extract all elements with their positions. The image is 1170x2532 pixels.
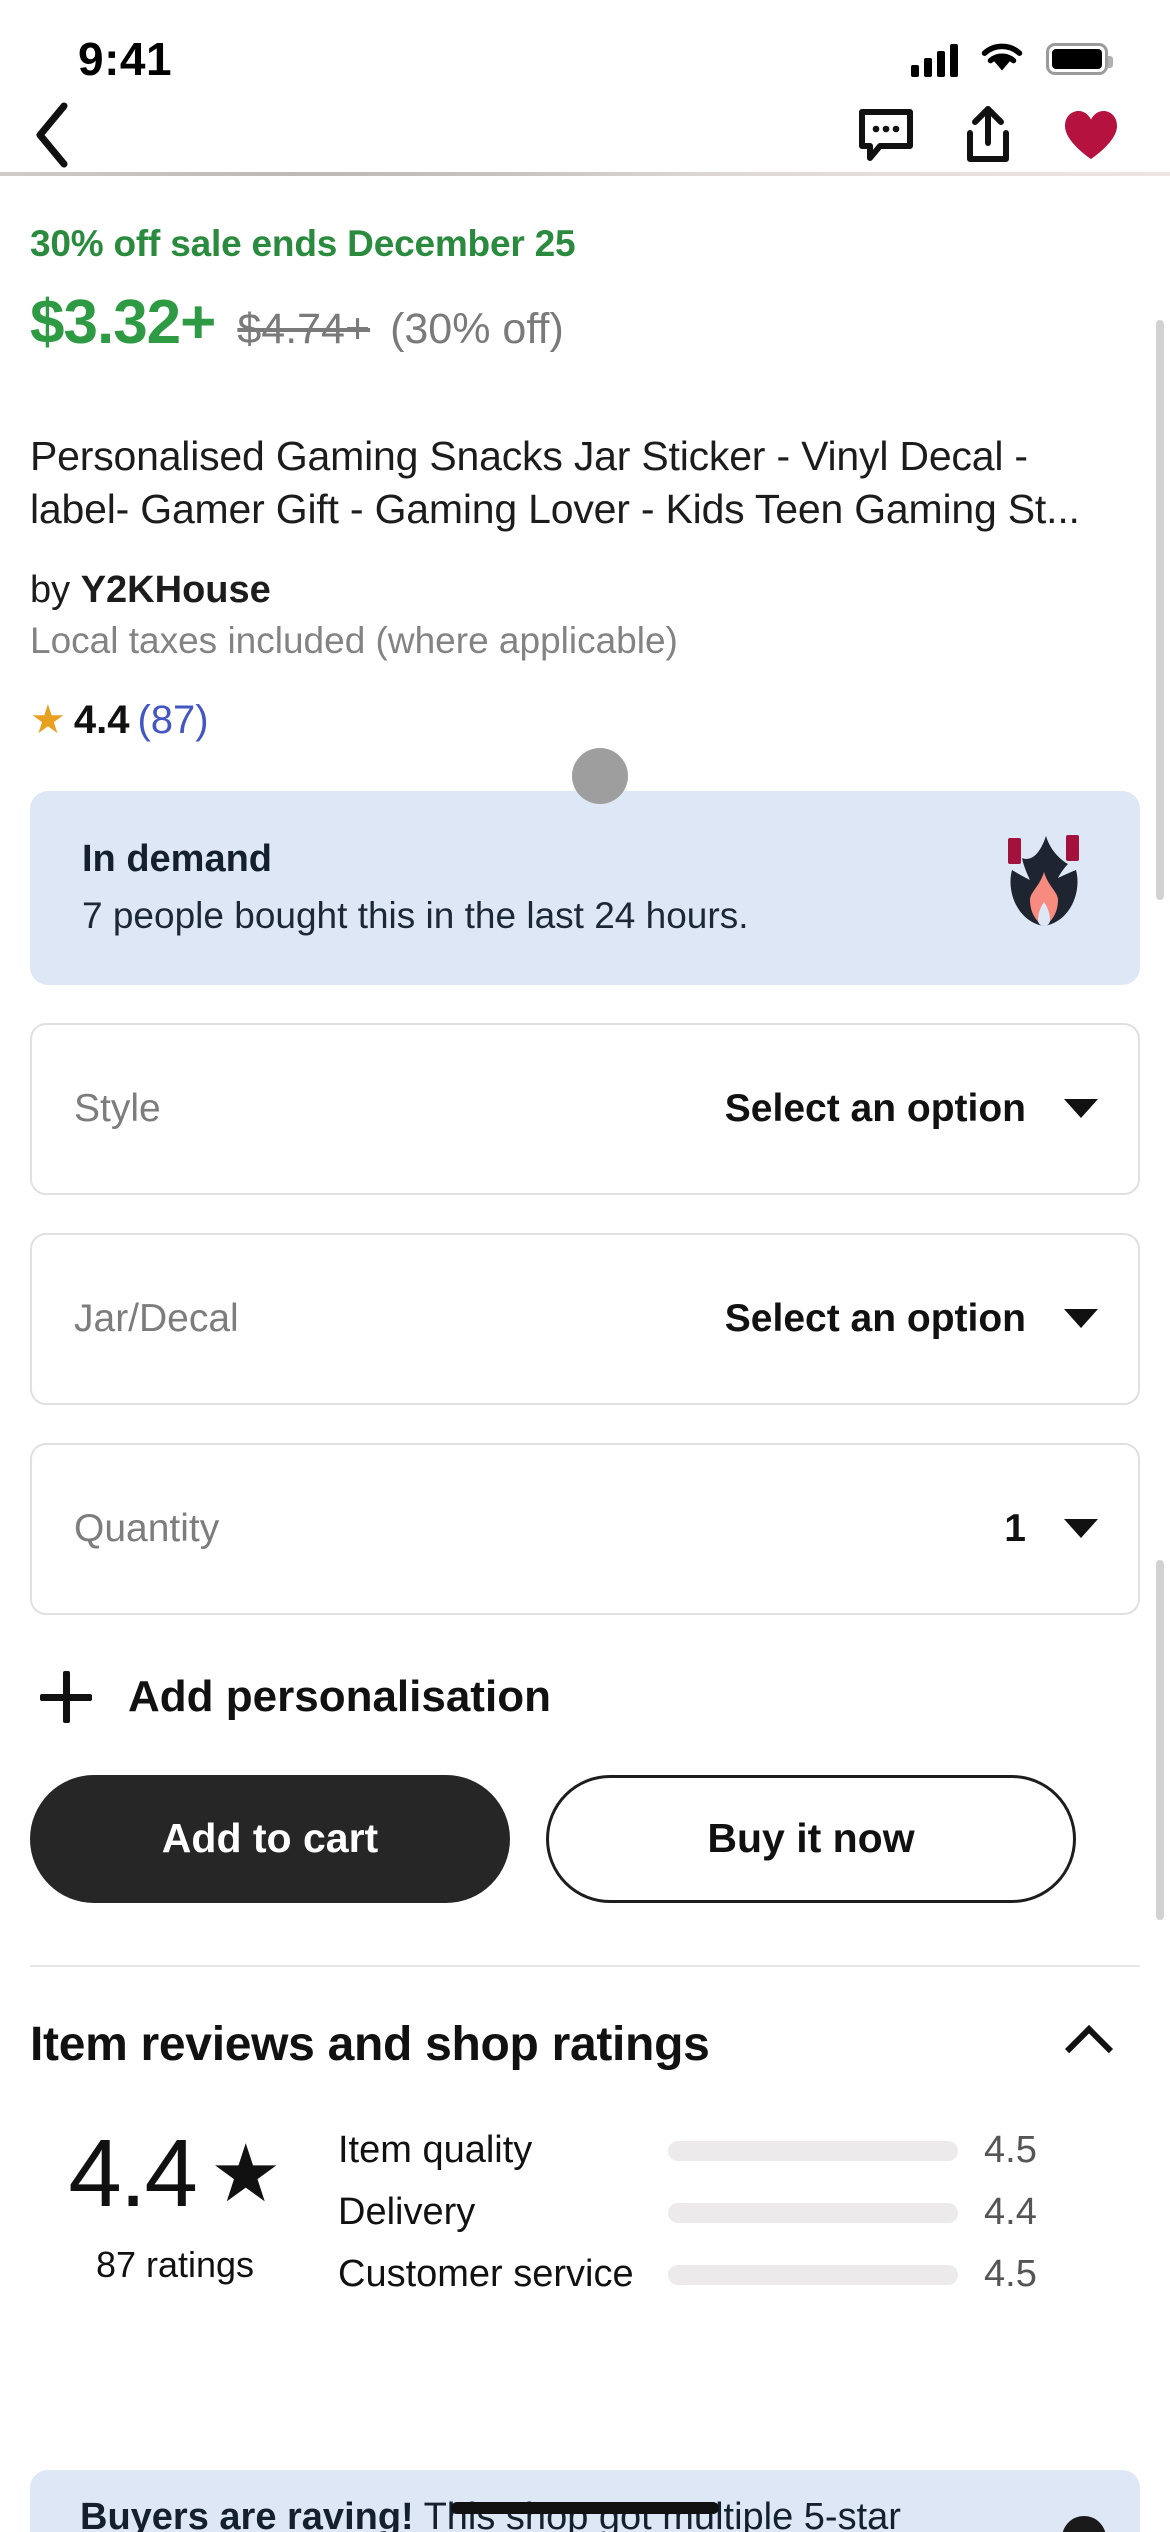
chevron-down-icon [1064,1099,1098,1119]
reviews-section-header[interactable]: Item reviews and shop ratings [30,2017,1140,2074]
cellular-signal-icon [911,41,958,77]
in-demand-title: In demand [82,838,273,881]
add-personalisation-button[interactable]: Add personalisation [30,1670,1140,1723]
current-price: $3.32+ [30,288,216,357]
quantity-select[interactable]: Quantity 1 [30,1442,1140,1615]
wifi-icon [980,40,1024,79]
rating-breakdown-track [668,2264,958,2285]
purchase-actions: Add to cart Buy it now [30,1774,1140,1903]
quantity-label: Quantity [74,1506,220,1550]
add-personalisation-label: Add personalisation [128,1671,551,1721]
buy-it-now-button[interactable]: Buy it now [546,1774,1076,1903]
mouse-cursor [572,748,628,804]
quantity-value: 1 [1004,1506,1026,1550]
reviews-summary: 4.4 ★ 87 ratings Item quality 4.5 Delive… [30,2120,1140,2306]
navigation-bar [0,96,1170,174]
star-icon: ★ [209,2128,282,2218]
rating-summary[interactable]: ★ 4.4 (87) [30,698,1140,743]
home-indicator [451,2502,719,2514]
rating-breakdown-value: 4.5 [984,2129,1037,2172]
buyers-raving-banner: Buyers are raving! This shop got multipl… [30,2470,1140,2532]
option-jar-decal-select[interactable]: Jar/Decal Select an option [30,1232,1140,1405]
rating-breakdown-track [668,2202,958,2223]
rating-breakdown-value: 4.4 [984,2191,1037,2234]
in-demand-banner: In demand 7 people bought this in the la… [30,790,1140,985]
seller-line[interactable]: by Y2KHouse [30,569,1140,612]
rating-breakdown-label: Delivery [338,2191,476,2234]
rating-breakdown-label: Item quality [338,2129,533,2172]
option-jar-decal-value: Select an option [724,1296,1026,1340]
rating-breakdown-track [668,2140,958,2161]
rating-breakdown-row: Customer service 4.5 [338,2244,1140,2306]
chevron-up-icon[interactable] [1064,2025,1114,2074]
option-style-select[interactable]: Style Select an option [30,1022,1140,1195]
plus-icon [40,1670,92,1723]
back-button[interactable] [30,100,76,170]
rating-breakdown-row: Delivery 4.4 [338,2182,1140,2244]
message-seller-button[interactable] [858,108,914,162]
overall-rating-value: 4.4 [68,2119,197,2227]
favorite-button[interactable] [1062,109,1120,161]
in-demand-text: In demand 7 people bought this in the la… [82,838,748,937]
status-bar-indicators [911,40,1113,79]
option-style-label: Style [74,1086,161,1130]
buyers-raving-lead: Buyers are raving! [80,2496,414,2532]
product-detail-screen: 9:41 30% off sale ends December 25 $3.32… [0,0,1170,2532]
overall-rating-block: 4.4 ★ 87 ratings [30,2120,320,2286]
option-jar-decal-label: Jar/Decal [74,1296,239,1340]
sale-banner-text: 30% off sale ends December 25 [30,223,576,264]
product-title: Personalised Gaming Snacks Jar Sticker -… [30,433,1080,533]
rating-breakdown-row: Item quality 4.5 [338,2120,1140,2182]
status-bar: 9:41 [0,0,1170,96]
battery-icon [1046,43,1113,75]
taxes-note: Local taxes included (where applicable) [30,619,678,661]
chevron-down-icon [1064,1519,1098,1539]
share-button[interactable] [962,105,1014,165]
seller-name[interactable]: Y2KHouse [81,569,271,611]
in-demand-subtitle: 7 people bought this in the last 24 hour… [82,895,749,937]
star-icon: ★ [30,698,66,743]
discount-note: (30% off) [390,305,564,353]
price-row: $3.32+ $4.74+ (30% off) [30,287,1140,358]
status-bar-time: 9:41 [78,33,173,85]
rating-count-link[interactable]: (87) [137,698,208,743]
chevron-down-icon [1064,1309,1098,1329]
option-style-value: Select an option [724,1086,1026,1130]
rating-breakdown-list: Item quality 4.5 Delivery 4.4 Customer s… [320,2120,1140,2306]
rating-breakdown-label: Customer service [338,2253,634,2296]
heart-icon [1065,111,1117,159]
share-icon [967,106,1009,162]
ratings-count: 87 ratings [95,2243,255,2285]
add-to-cart-button[interactable]: Add to cart [30,1774,510,1903]
section-divider [30,1964,1140,1967]
flame-icon [992,830,1096,946]
rating-value: 4.4 [73,697,130,742]
rating-breakdown-value: 4.5 [984,2253,1037,2296]
reviews-section-title: Item reviews and shop ratings [30,2017,710,2071]
original-price: $4.74+ [237,305,371,353]
seller-prefix: by [30,568,81,611]
message-bubble-icon [859,109,913,161]
